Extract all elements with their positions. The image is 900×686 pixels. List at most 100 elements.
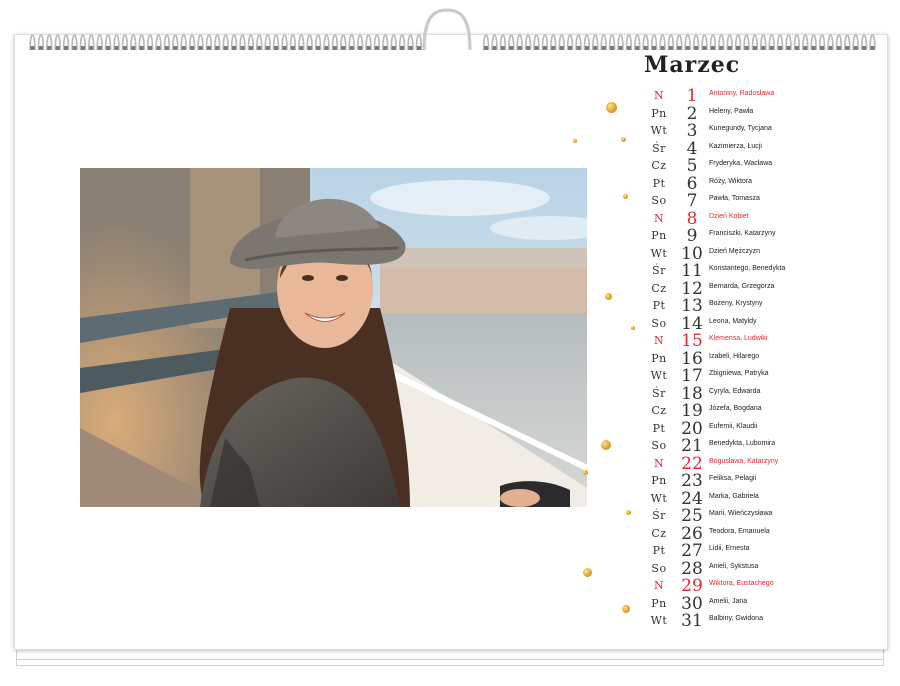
name-day: Klemensa, Ludwiki — [709, 335, 768, 342]
binding-hole — [391, 46, 396, 50]
binding-hole — [240, 46, 245, 50]
day-of-week: Pt — [652, 176, 666, 190]
name-day: Bożeny, Krystyny — [709, 300, 763, 307]
day-row: N 1 Antoniny, Radosława — [640, 86, 885, 106]
day-row: Pn 16 Izabeli, Hilarego — [640, 349, 885, 369]
gold-dot — [621, 137, 626, 142]
gold-dot — [622, 605, 630, 613]
day-of-week: Wt — [650, 246, 668, 260]
binding-hole — [106, 46, 111, 50]
day-row: Pt 13 Bożeny, Krystyny — [640, 296, 885, 316]
day-of-week: Cz — [651, 526, 667, 540]
day-number: 31 — [681, 611, 703, 631]
day-of-week: Pt — [652, 544, 666, 557]
name-day: Konstantego, Benedykta — [709, 265, 786, 272]
binding-hole — [324, 46, 329, 50]
binding-hole — [47, 46, 52, 50]
binding-hole — [551, 46, 556, 50]
binding-hole — [341, 46, 346, 50]
hanger-hook — [422, 8, 472, 51]
binding-hole — [744, 46, 749, 50]
day-of-week: Śr — [652, 264, 666, 277]
day-of-week: Pt — [652, 299, 666, 312]
name-day: Bernarda, Grzegorza — [709, 282, 775, 290]
name-day: Dzień Kobiet — [709, 212, 749, 220]
day-of-week: Pn — [651, 474, 667, 487]
binding-hole — [400, 46, 405, 50]
binding-hole — [870, 46, 875, 50]
day-of-week: Wt — [650, 614, 668, 627]
day-row: So 7 Pawła, Tomasza — [640, 191, 885, 211]
name-day: Kazimierza, Łucji — [709, 142, 762, 150]
binding-hole — [626, 46, 631, 50]
day-row: So 28 Anieli, Sykstusa — [640, 559, 885, 579]
day-of-week: N — [653, 89, 665, 102]
binding-hole — [542, 46, 547, 50]
binding-hole — [828, 46, 833, 50]
binding-hole — [660, 46, 665, 50]
name-day: Bogusława, Katarzyny — [709, 457, 779, 465]
binding-hole — [248, 46, 253, 50]
day-of-week: So — [651, 439, 667, 452]
binding-hole — [89, 46, 94, 50]
name-day: Leona, Matyldy — [709, 317, 757, 325]
binding-hole — [215, 46, 220, 50]
binding-hole — [635, 46, 640, 50]
binding-hole — [307, 46, 312, 50]
gold-dot — [626, 510, 631, 515]
name-day: Kunegundy, Tycjana — [709, 125, 772, 132]
binding-hole — [223, 46, 228, 50]
name-day: Izabeli, Hilarego — [709, 352, 760, 360]
day-of-week: Wt — [650, 369, 668, 382]
binding-hole — [643, 46, 648, 50]
name-day: Zbigniewa, Patryka — [709, 370, 769, 377]
day-row: Wt 10 Dzień Mężczyzn — [640, 244, 885, 264]
day-row: Pn 23 Feliksa, Pelagii — [640, 471, 885, 491]
name-day: Antoniny, Radosława — [709, 90, 775, 97]
day-of-week: Pn — [651, 596, 667, 610]
binding-hole — [492, 46, 497, 50]
binding-hole — [601, 46, 606, 50]
day-of-week: Pn — [651, 106, 667, 120]
day-row: N 8 Dzień Kobiet — [640, 209, 885, 229]
day-row: Cz 5 Fryderyka, Wacława — [640, 156, 885, 176]
day-row: Wt 24 Marka, Gabriela — [640, 489, 885, 509]
day-row: Wt 3 Kunegundy, Tycjana — [640, 121, 885, 141]
binding-hole — [290, 46, 295, 50]
binding-hole — [862, 46, 867, 50]
binding-hole — [282, 46, 287, 50]
binding-hole — [206, 46, 211, 50]
day-row: Śr 25 Marii, Wieńczysława — [640, 506, 885, 526]
binding-hole — [274, 46, 279, 50]
binding-hole — [38, 46, 43, 50]
gold-dot — [631, 326, 635, 330]
day-row: Śr 18 Cyryla, Edwarda — [640, 384, 885, 404]
binding-hole — [64, 46, 69, 50]
binding-hole — [668, 46, 673, 50]
day-of-week: So — [651, 316, 667, 330]
day-row: So 14 Leona, Matyldy — [640, 314, 885, 334]
binding-hole — [677, 46, 682, 50]
name-day: Feliksa, Pelagii — [709, 475, 757, 482]
day-row: N 15 Klemensa, Ludwiki — [640, 331, 885, 351]
day-of-week: Śr — [652, 141, 666, 155]
binding-hole — [526, 46, 531, 50]
binding-hole — [853, 46, 858, 50]
binding-hole — [719, 46, 724, 50]
binding-hole — [727, 46, 732, 50]
binding-hole — [769, 46, 774, 50]
name-day: Pawła, Tomasza — [709, 195, 760, 202]
binding-hole — [139, 46, 144, 50]
binding-hole — [593, 46, 598, 50]
day-of-week: Cz — [651, 404, 667, 417]
binding-hole — [584, 46, 589, 50]
day-of-week: Cz — [651, 159, 667, 172]
binding-hole — [299, 46, 304, 50]
binding-hole — [517, 46, 522, 50]
binding-hole — [257, 46, 262, 50]
day-of-week: Wt — [650, 124, 668, 137]
day-of-week: Pn — [651, 351, 667, 365]
binding-hole — [349, 46, 354, 50]
binding-hole — [685, 46, 690, 50]
day-of-week: Cz — [651, 281, 667, 295]
